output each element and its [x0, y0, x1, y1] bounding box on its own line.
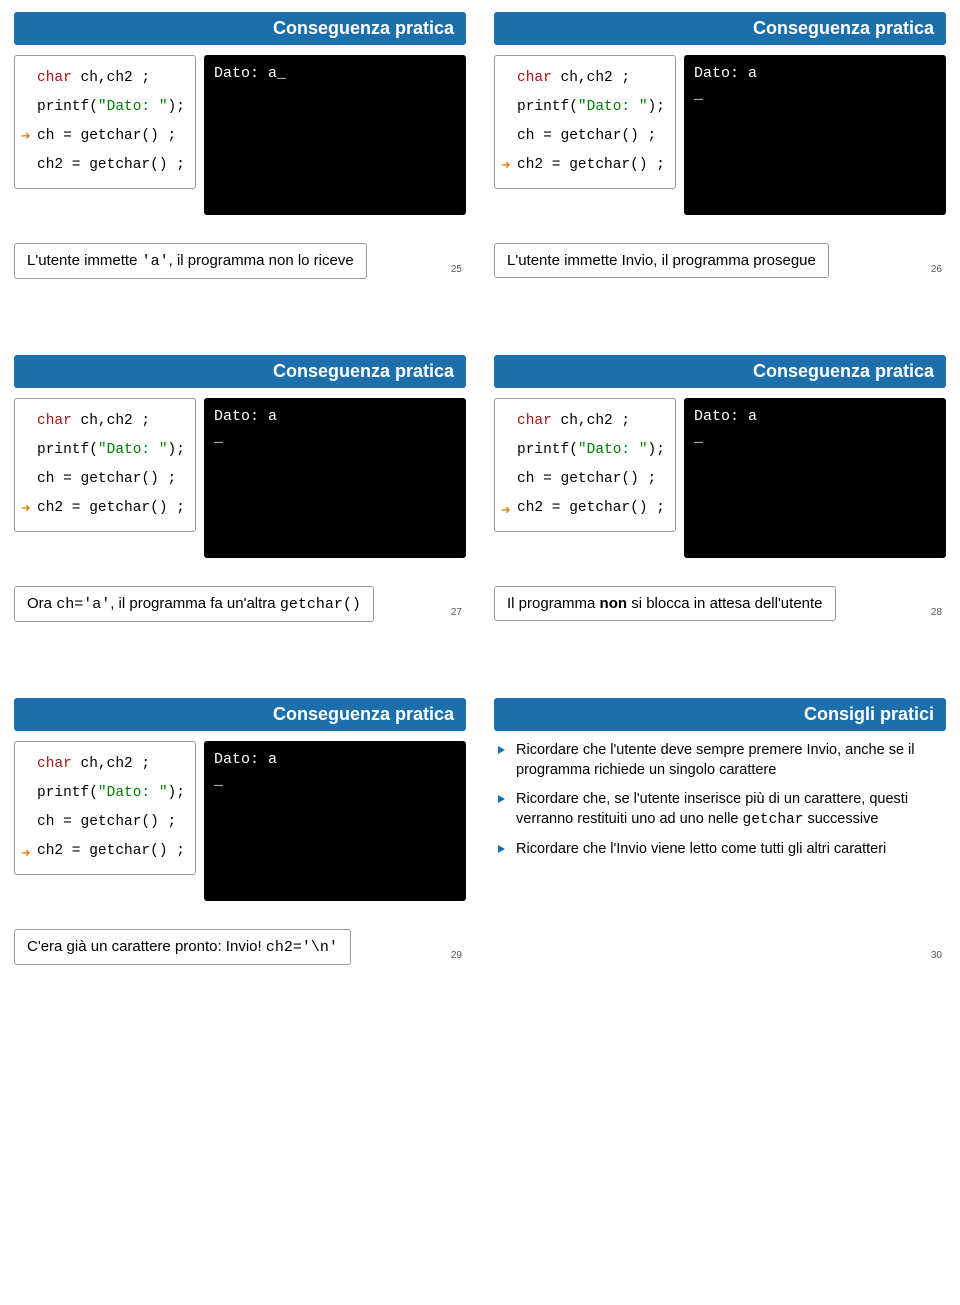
code-block: char ch,ch2 ; printf("Dato: "); ch = get… — [494, 398, 676, 532]
page-number: 26 — [931, 264, 942, 275]
tip-item: Ricordare che l'utente deve sempre preme… — [494, 741, 946, 780]
code-block: char ch,ch2 ; printf("Dato: "); ch = get… — [14, 398, 196, 532]
slide-title: Conseguenza pratica — [14, 698, 466, 731]
slide-title: Conseguenza pratica — [14, 355, 466, 388]
page-number: 30 — [931, 950, 942, 961]
caption: C'era già un carattere pronto: Invio! ch… — [14, 929, 351, 965]
slide-30: Consigli pratici Ricordare che l'utente … — [480, 686, 960, 969]
arrow-icon: ➔ — [21, 493, 31, 525]
terminal-output: Dato: a _ — [204, 398, 466, 558]
slide-title: Conseguenza pratica — [14, 12, 466, 45]
terminal-output: Dato: a _ — [684, 55, 946, 215]
page-number: 27 — [451, 607, 462, 618]
arrow-icon: ➔ — [501, 150, 511, 182]
page-number: 25 — [451, 264, 462, 275]
slide-title: Consigli pratici — [494, 698, 946, 731]
page-number: 28 — [931, 607, 942, 618]
arrow-icon: ➔ — [21, 838, 31, 870]
code-block: char char ch,ch2 ;ch,ch2 ; printf("Dato:… — [14, 55, 196, 189]
slide-27: Conseguenza pratica char ch,ch2 ; printf… — [0, 343, 480, 626]
tips-list: Ricordare che l'utente deve sempre preme… — [494, 741, 946, 860]
page-number: 29 — [451, 950, 462, 961]
arrow-icon: ➔ — [21, 121, 31, 153]
slide-25: Conseguenza pratica char char ch,ch2 ;ch… — [0, 0, 480, 283]
terminal-output: Dato: a _ — [204, 741, 466, 901]
slide-title: Conseguenza pratica — [494, 12, 946, 45]
slide-28: Conseguenza pratica char ch,ch2 ; printf… — [480, 343, 960, 626]
caption: Ora ch='a', il programma fa un'altra get… — [14, 586, 374, 622]
terminal-output: Dato: a _ — [684, 398, 946, 558]
slide-title: Conseguenza pratica — [494, 355, 946, 388]
terminal-output: Dato: a_ — [204, 55, 466, 215]
slide-26: Conseguenza pratica char ch,ch2 ; printf… — [480, 0, 960, 283]
caption: L'utente immette Invio, il programma pro… — [494, 243, 829, 278]
arrow-icon: ➔ — [501, 495, 511, 527]
code-block: char ch,ch2 ; printf("Dato: "); ch = get… — [494, 55, 676, 189]
tip-item: Ricordare che l'Invio viene letto come t… — [494, 840, 946, 860]
slide-29: Conseguenza pratica char ch,ch2 ; printf… — [0, 686, 480, 969]
caption: Il programma non si blocca in attesa del… — [494, 586, 836, 621]
code-block: char ch,ch2 ; printf("Dato: "); ch = get… — [14, 741, 196, 875]
caption: L'utente immette 'a', il programma non l… — [14, 243, 367, 279]
tip-item: Ricordare che, se l'utente inserisce più… — [494, 790, 946, 830]
